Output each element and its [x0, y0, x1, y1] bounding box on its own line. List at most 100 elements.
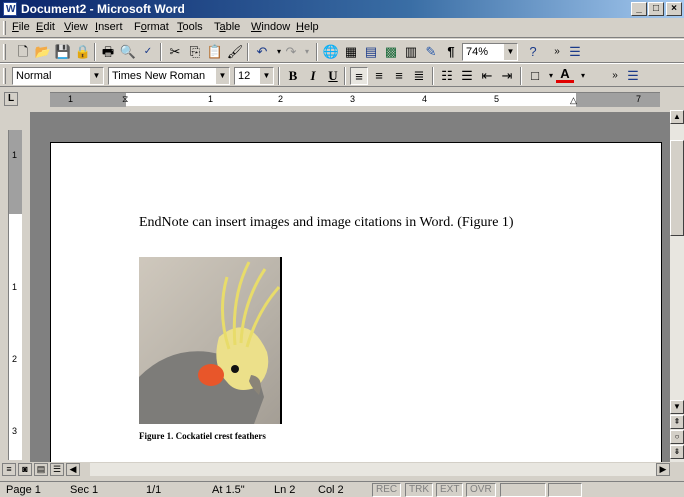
web-layout-icon[interactable]: ◙ [18, 463, 32, 476]
numbering-icon[interactable]: ☰ [624, 67, 642, 85]
open-folder-icon[interactable]: 📂 [34, 43, 52, 61]
menu-window[interactable]: Window [251, 21, 290, 33]
menu-file[interactable]: File [12, 21, 30, 33]
minimize-button[interactable]: _ [631, 2, 647, 16]
permissions-icon[interactable]: 🔒 [74, 43, 92, 61]
vertical-ruler[interactable]: 1 1 2 3 [8, 130, 22, 460]
scroll-right-icon[interactable]: ▶ [656, 463, 670, 476]
word-app-icon[interactable] [3, 1, 17, 19]
help-icon[interactable]: ? [524, 43, 542, 61]
scroll-up-icon[interactable]: ▲ [670, 110, 684, 124]
document-page[interactable]: EndNote can insert images and image cita… [50, 142, 662, 462]
tables-borders-icon[interactable]: ▦ [342, 43, 360, 61]
more-buttons-icon[interactable]: » [606, 67, 624, 85]
separator [160, 43, 162, 61]
cockatiel-image[interactable] [139, 257, 282, 424]
style-select[interactable]: Normal ▼ [12, 67, 104, 85]
font-size-select[interactable]: 12 ▼ [234, 67, 274, 85]
align-left-icon[interactable]: ≡ [350, 67, 368, 85]
right-indent-marker-icon[interactable]: △ [570, 95, 577, 106]
bullets-list-icon[interactable]: ☰ [458, 67, 476, 85]
separator [432, 67, 434, 85]
increase-indent-icon[interactable]: ⇥ [498, 67, 516, 85]
numbering-list-icon[interactable]: ☷ [438, 67, 456, 85]
redo-dropdown-icon[interactable]: ▾ [298, 43, 316, 61]
more-buttons-icon[interactable]: » [548, 43, 566, 61]
chevron-down-icon[interactable]: ▼ [89, 68, 103, 84]
horizontal-ruler[interactable]: 1 1 2 3 4 5 7 ⧖ △ [50, 92, 660, 107]
status-rec[interactable]: REC [372, 483, 402, 497]
maximize-button[interactable]: □ [648, 2, 664, 16]
body-paragraph[interactable]: EndNote can insert images and image cita… [139, 215, 514, 231]
status-trk[interactable]: TRK [405, 483, 433, 497]
align-right-icon[interactable]: ≡ [390, 67, 408, 85]
next-page-icon[interactable]: ⇟ [670, 445, 684, 459]
close-button[interactable]: × [666, 2, 682, 16]
previous-page-icon[interactable]: ⇞ [670, 415, 684, 429]
chevron-down-icon[interactable]: ▼ [503, 44, 517, 60]
print-icon[interactable]: 🖶 [99, 43, 117, 61]
status-page: Page 1 [6, 484, 41, 496]
zoom-select[interactable]: 74% ▼ [462, 43, 518, 61]
menu-insert[interactable]: Insert [95, 21, 123, 33]
spelling-icon[interactable]: ✓ [139, 43, 157, 61]
insert-excel-icon[interactable]: ▩ [382, 43, 400, 61]
ruler-number: 1 [12, 150, 18, 160]
columns-icon[interactable]: ▥ [402, 43, 420, 61]
font-color-icon[interactable]: A [556, 67, 574, 83]
menubar-grip[interactable] [3, 21, 6, 35]
ruler-number: 1 [208, 94, 214, 104]
figure-caption[interactable]: Figure 1. Cockatiel crest feathers [139, 431, 266, 441]
new-document-icon[interactable]: 🗋 [14, 43, 32, 61]
menu-edit[interactable]: Edit [36, 21, 55, 33]
font-value: Times New Roman [112, 70, 206, 82]
print-preview-icon[interactable]: 🔍 [119, 43, 137, 61]
toolbar-grip[interactable] [3, 68, 6, 84]
font-color-dropdown-icon[interactable]: ▾ [574, 67, 592, 85]
numbering-icon[interactable]: ☰ [566, 43, 584, 61]
format-painter-icon[interactable]: 🖌 [226, 43, 244, 61]
toolbar-grip[interactable] [3, 44, 6, 60]
copy-icon[interactable]: ⎘ [186, 43, 204, 61]
justify-icon[interactable]: ≣ [410, 67, 428, 85]
vertical-scrollbar[interactable]: ▲ ▼ ⇞ ○ ⇟ [670, 110, 684, 462]
bold-button[interactable]: B [284, 67, 302, 85]
print-layout-icon[interactable]: ▤ [34, 463, 48, 476]
menu-tools[interactable]: Tools [177, 21, 203, 33]
underline-button[interactable]: U [324, 67, 342, 85]
hyperlink-icon[interactable]: 🌐 [322, 43, 340, 61]
title-bar[interactable]: Document2 - Microsoft Word _ □ × [0, 0, 684, 19]
chevron-down-icon[interactable]: ▼ [215, 68, 229, 84]
italic-button[interactable]: I [304, 67, 322, 85]
align-center-icon[interactable]: ≡ [370, 67, 388, 85]
normal-view-icon[interactable]: ≡ [2, 463, 16, 476]
undo-icon[interactable]: ↶ [253, 43, 271, 61]
scroll-down-icon[interactable]: ▼ [670, 400, 684, 414]
status-ext[interactable]: EXT [436, 483, 464, 497]
font-select[interactable]: Times New Roman ▼ [108, 67, 230, 85]
select-browse-object-icon[interactable]: ○ [670, 430, 684, 444]
scroll-left-icon[interactable]: ◀ [66, 463, 80, 476]
outline-view-icon[interactable]: ☰ [50, 463, 64, 476]
scroll-thumb[interactable] [670, 140, 684, 236]
insert-table-icon[interactable]: ▤ [362, 43, 380, 61]
save-icon[interactable]: 💾 [54, 43, 72, 61]
chevron-down-icon[interactable]: ▼ [259, 68, 273, 84]
document-area[interactable]: EndNote can insert images and image cita… [30, 112, 670, 462]
decrease-indent-icon[interactable]: ⇤ [478, 67, 496, 85]
menu-format[interactable]: Format [134, 21, 169, 33]
tab-selector[interactable]: L [4, 92, 18, 106]
indent-marker-icon[interactable]: ⧖ [122, 93, 128, 106]
zoom-value: 74% [466, 46, 489, 58]
ruler-number: 5 [494, 94, 500, 104]
menu-help[interactable]: Help [296, 21, 319, 33]
separator [278, 67, 280, 85]
horizontal-scrollbar[interactable] [90, 463, 670, 476]
status-ovr[interactable]: OVR [466, 483, 496, 497]
menu-table[interactable]: Table [214, 21, 240, 33]
cut-icon[interactable]: ✂ [166, 43, 184, 61]
paste-icon[interactable]: 📋 [206, 43, 224, 61]
menu-view[interactable]: View [64, 21, 88, 33]
drawing-icon[interactable]: ✎ [422, 43, 440, 61]
show-hide-icon[interactable]: ¶ [442, 43, 460, 61]
